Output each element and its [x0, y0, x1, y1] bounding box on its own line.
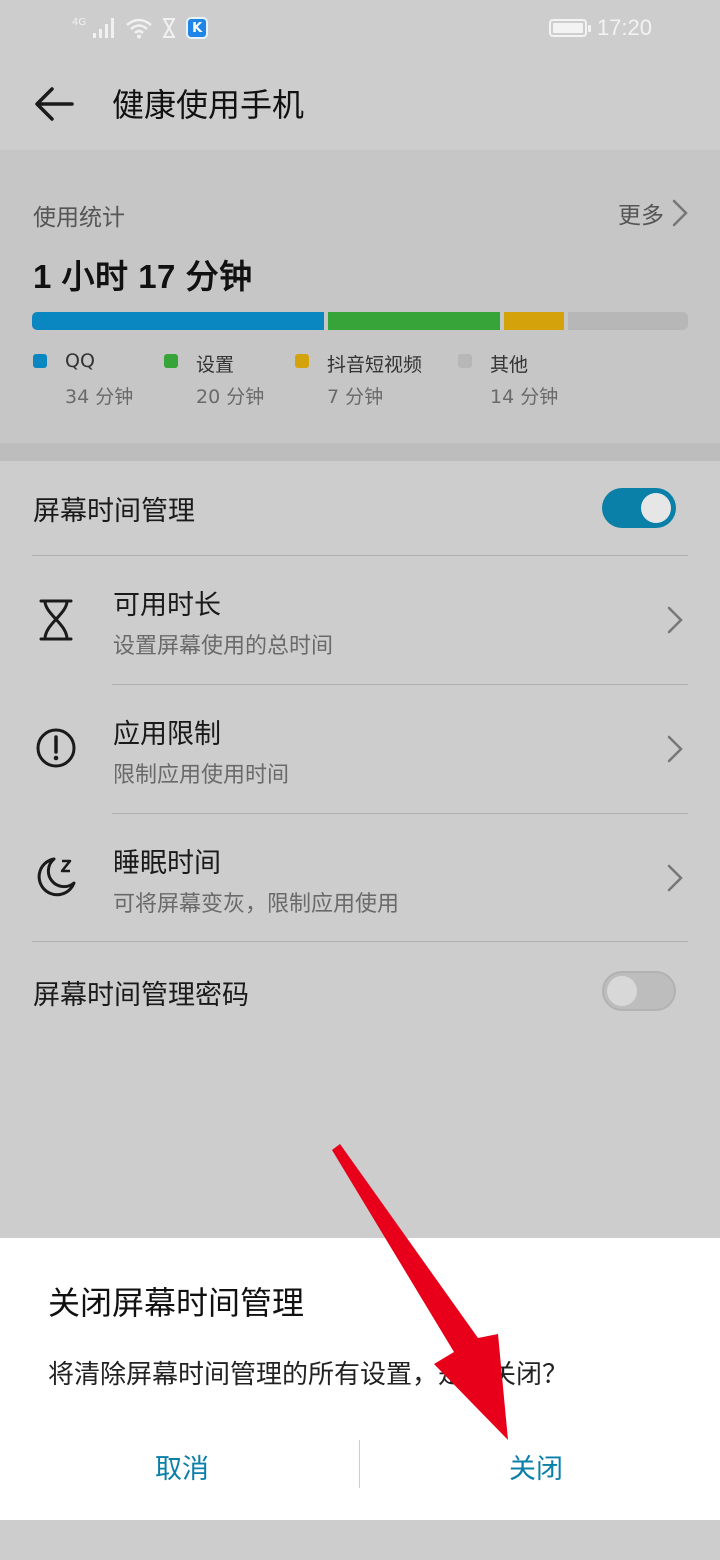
back-arrow-icon [35, 87, 74, 121]
usage-bar-segment [567, 312, 688, 330]
password-toggle[interactable] [602, 971, 676, 1011]
back-button[interactable] [26, 76, 82, 132]
hourglass-icon [39, 599, 73, 641]
item-title: 可用时长 [113, 590, 221, 621]
divider [32, 555, 688, 556]
status-bar: 4G K 17:20 [0, 0, 720, 56]
item-subtitle: 设置屏幕使用的总时间 [113, 634, 334, 659]
page-title: 健康使用手机 [112, 86, 305, 124]
usage-bar-segment [32, 312, 324, 330]
legend-name: QQ [65, 350, 95, 372]
usage-bar-segment [327, 312, 500, 330]
legend-time: 14 分钟 [490, 386, 559, 408]
hourglass-icon [163, 18, 176, 38]
status-time: 17:20 [596, 15, 652, 40]
status-icons-left: 4G K [72, 14, 209, 42]
item-subtitle: 可将屏幕变灰，限制应用使用 [113, 892, 400, 917]
chevron-right-icon [667, 735, 683, 763]
cancel-button[interactable]: 取消 [32, 1434, 332, 1498]
status-icons-right: 17:20 [548, 14, 652, 42]
legend-dot [33, 354, 47, 368]
dialog-title: 关闭屏幕时间管理 [48, 1284, 305, 1322]
dialog-message: 将清除屏幕时间管理的所有设置，是否关闭？ [48, 1360, 569, 1390]
item-subtitle: 限制应用使用时间 [113, 763, 290, 788]
screen-time-label: 屏幕时间管理 [33, 496, 195, 527]
usage-bar-segment [503, 312, 564, 330]
screen-time-toggle[interactable] [602, 488, 676, 528]
confirm-dialog: 关闭屏幕时间管理 将清除屏幕时间管理的所有设置，是否关闭？ 取消 关闭 [0, 1238, 720, 1520]
chevron-right-icon [667, 864, 683, 892]
legend-name: 抖音短视频 [327, 354, 423, 376]
more-text: 更多 [618, 203, 664, 229]
chevron-right-icon [672, 199, 688, 227]
item-title: 应用限制 [113, 719, 221, 750]
chevron-right-icon [667, 606, 683, 634]
usage-label: 使用统计 [33, 205, 125, 231]
usage-stats-card: 使用统计 更多 1 小时 17 分钟 QQ 34 分钟 设置 20 分钟 抖音短… [0, 150, 720, 443]
wifi-icon [126, 18, 152, 39]
password-label: 屏幕时间管理密码 [33, 980, 249, 1011]
divider [112, 684, 688, 685]
legend-name: 其他 [490, 354, 529, 376]
alert-circle-icon [36, 728, 76, 768]
legend-name: 设置 [196, 354, 235, 376]
battery-icon [548, 19, 591, 37]
item-title: 睡眠时间 [113, 848, 221, 879]
legend-time: 7 分钟 [327, 386, 384, 408]
divider [32, 941, 688, 942]
legend-dot [164, 354, 178, 368]
app-header: 健康使用手机 [0, 56, 720, 150]
k-app-icon: K [186, 17, 209, 39]
network-type: 4G [72, 16, 87, 28]
moon-sleep-icon [37, 857, 76, 897]
usage-bar [32, 312, 688, 330]
section-separator [0, 443, 720, 461]
legend-dot [295, 354, 309, 368]
legend-dot [458, 354, 472, 368]
dialog-button-divider [359, 1440, 360, 1488]
divider [112, 813, 688, 814]
usage-total: 1 小时 17 分钟 [33, 258, 253, 295]
signal-icon [93, 18, 115, 38]
more-link[interactable]: 更多 [618, 196, 688, 230]
legend-time: 34 分钟 [65, 386, 134, 408]
legend-time: 20 分钟 [196, 386, 265, 408]
confirm-close-button[interactable]: 关闭 [386, 1434, 686, 1498]
bottom-scrim [0, 1520, 720, 1560]
